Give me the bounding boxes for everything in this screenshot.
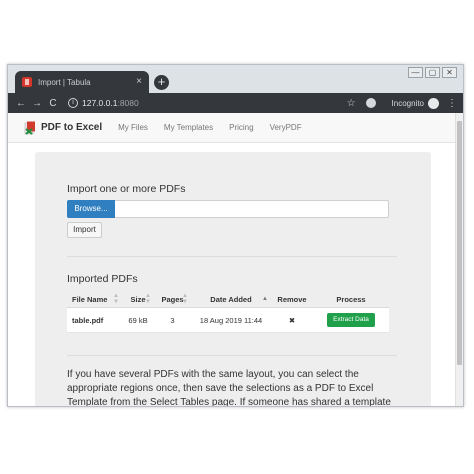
cell-size: 69 kB	[128, 315, 148, 325]
tabula-favicon-icon	[22, 77, 32, 87]
cell-pages: 3	[170, 315, 175, 325]
extension-icon[interactable]	[365, 98, 376, 108]
column-process: Process	[336, 294, 366, 304]
forward-icon[interactable]: →	[30, 98, 44, 109]
url-host: 127.0.0.1	[82, 98, 118, 108]
column-file-name[interactable]: File Name ▲ ▼	[67, 291, 122, 307]
column-size[interactable]: Size ▲ ▼	[122, 291, 154, 307]
cell-process: Extract Data	[313, 308, 389, 332]
tab-title: Import | Tabula	[38, 77, 91, 87]
sort-icon: ▲ ▼	[113, 293, 119, 305]
site-info-icon[interactable]: i	[68, 98, 78, 108]
tab-close-icon[interactable]: ×	[136, 77, 142, 87]
column-date-added[interactable]: Date Added ▲	[191, 291, 271, 307]
browser-toolbar: ← → C i 127.0.0.1:8080 ☆ Incognito ⋮	[8, 93, 463, 113]
nav-pricing[interactable]: Pricing	[229, 123, 253, 132]
sort-icon: ▲ ▼	[182, 293, 188, 305]
sort-asc-icon: ▲	[262, 296, 268, 302]
main-panel: Import one or more PDFs Browse... Import…	[35, 152, 431, 407]
back-icon[interactable]: ←	[14, 98, 28, 109]
imported-heading: Imported PDFs	[67, 273, 138, 285]
incognito-icon[interactable]	[428, 97, 439, 109]
table-row: table.pdf 69 kB 3 18 Aug 2019 11:44 ✖ Ex…	[67, 308, 389, 333]
pdf-to-excel-logo-icon	[24, 121, 37, 135]
app-navbar: PDF to Excel My Files My Templates Prici…	[8, 113, 455, 143]
file-input[interactable]: Browse...	[67, 200, 389, 218]
browse-button[interactable]: Browse...	[67, 200, 115, 218]
nav-my-templates[interactable]: My Templates	[164, 123, 213, 132]
template-info-text: If you have several PDFs with the same l…	[67, 369, 391, 407]
browser-menu-icon[interactable]: ⋮	[447, 98, 457, 109]
extract-data-button[interactable]: Extract Data	[327, 313, 375, 327]
title-bar: Import | Tabula × + — ▢ ✕	[8, 65, 463, 93]
page-viewport: PDF to Excel My Files My Templates Prici…	[8, 113, 463, 407]
reload-icon[interactable]: C	[46, 98, 60, 109]
bookmark-star-icon[interactable]: ☆	[347, 98, 356, 109]
remove-icon[interactable]: ✖	[271, 308, 313, 332]
import-button[interactable]: Import	[67, 222, 102, 238]
minimize-button[interactable]: —	[408, 67, 423, 78]
nav-verypdf[interactable]: VeryPDF	[270, 123, 302, 132]
imported-pdfs-table: File Name ▲ ▼ Size ▲ ▼ Pages ▲ ▼ Date Added ▲ R…	[67, 291, 389, 333]
brand-title[interactable]: PDF to Excel	[41, 122, 102, 133]
browser-window: Import | Tabula × + — ▢ ✕ ← → C i 127.0.…	[7, 64, 464, 407]
column-remove: Remove	[277, 294, 307, 304]
page-scrollbar[interactable]	[455, 113, 463, 406]
new-tab-button[interactable]: +	[154, 75, 169, 90]
upload-heading: Import one or more PDFs	[67, 183, 186, 195]
divider	[67, 256, 397, 257]
maximize-button[interactable]: ▢	[425, 67, 440, 78]
url-port: :8080	[117, 98, 139, 108]
cell-file-name: table.pdf	[72, 315, 104, 325]
browser-tab[interactable]: Import | Tabula ×	[15, 71, 149, 93]
table-header: File Name ▲ ▼ Size ▲ ▼ Pages ▲ ▼ Date Added ▲ R…	[67, 291, 389, 308]
cell-date-added: 18 Aug 2019 11:44	[199, 315, 263, 325]
sort-icon: ▲ ▼	[145, 293, 151, 305]
window-controls: — ▢ ✕	[406, 67, 457, 78]
column-pages[interactable]: Pages ▲ ▼	[154, 291, 191, 307]
nav-my-files[interactable]: My Files	[118, 123, 148, 132]
address-bar[interactable]: 127.0.0.1:8080	[82, 98, 347, 108]
divider	[67, 355, 397, 356]
scrollbar-thumb[interactable]	[457, 121, 462, 365]
close-window-button[interactable]: ✕	[442, 67, 457, 78]
incognito-label: Incognito	[391, 98, 424, 108]
